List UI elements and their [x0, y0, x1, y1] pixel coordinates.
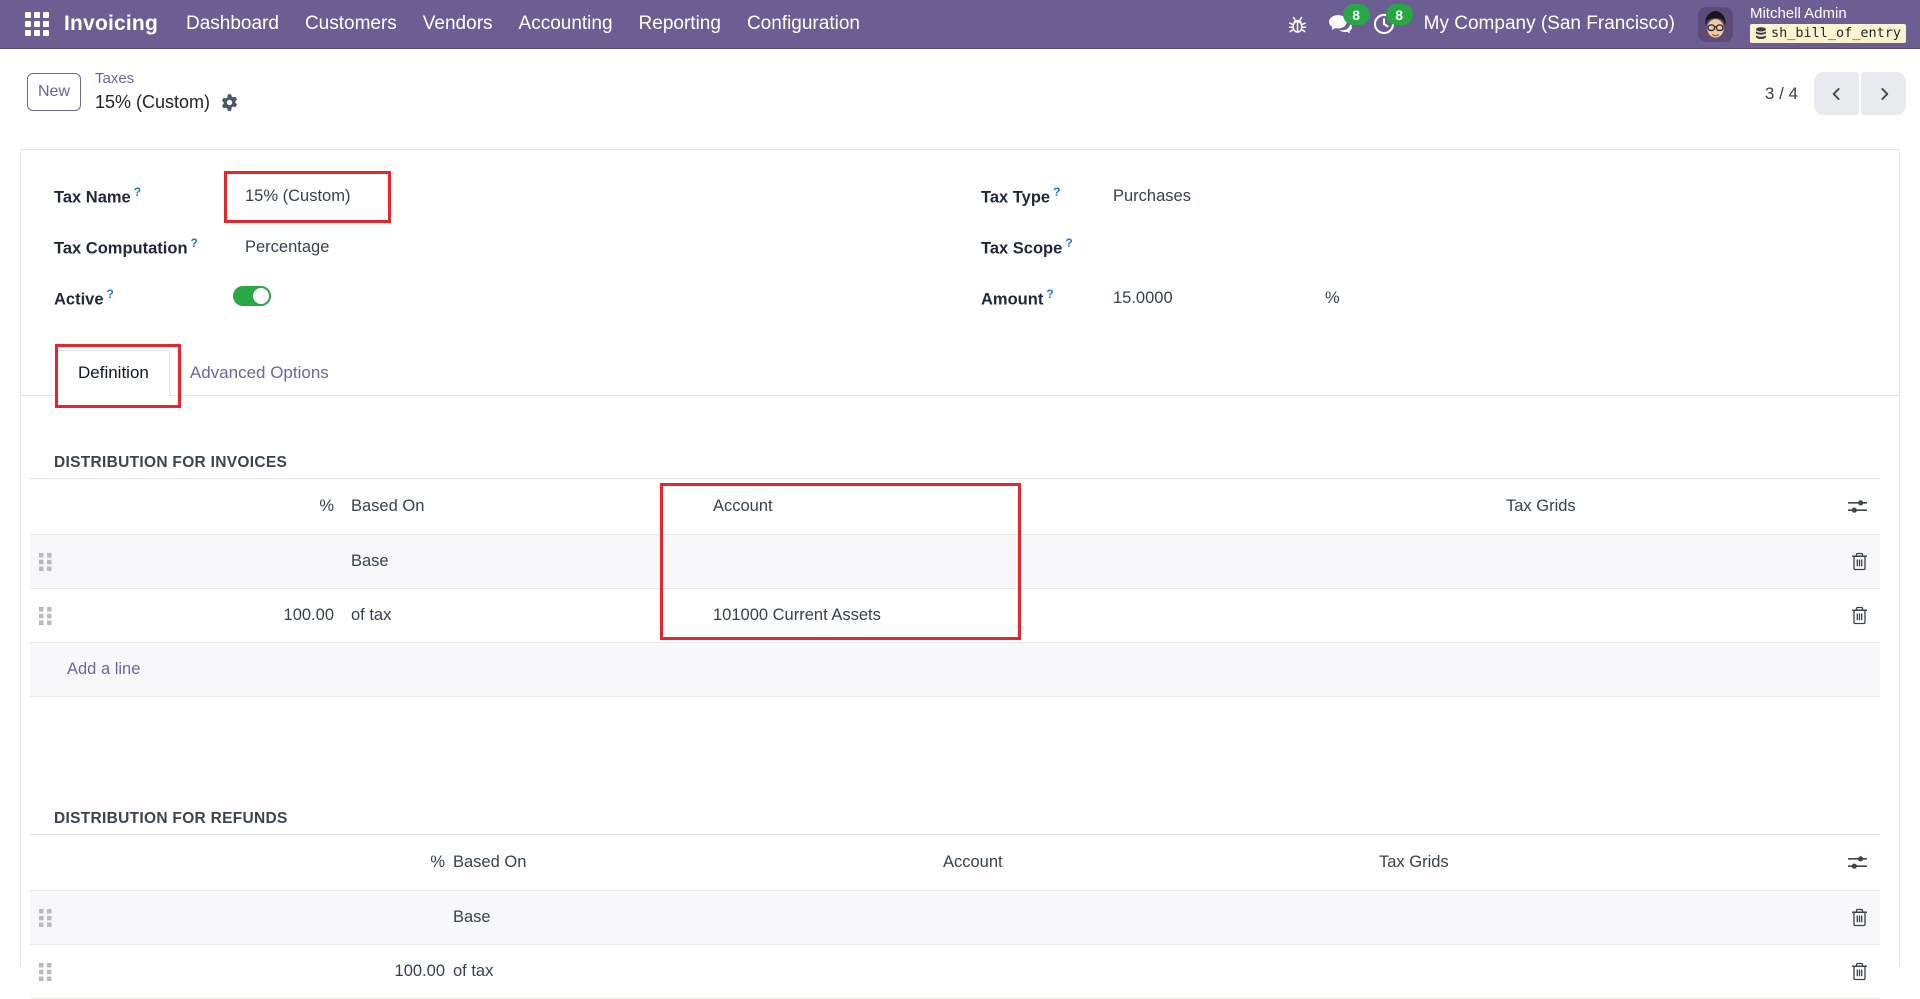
user-menu[interactable]: Mitchell Admin sh_bill_of_entry [1750, 5, 1906, 43]
amount-label: Amount? [981, 287, 1054, 310]
column-header-tax-grids[interactable]: Tax Grids [1360, 853, 1800, 872]
refund-distribution-table: % Based On Account Tax Grids Base [30, 834, 1880, 999]
tax-type-label: Tax Type? [981, 185, 1060, 208]
tax-name-field[interactable]: 15% (Custom) [245, 187, 350, 206]
active-label: Active? [54, 287, 114, 310]
column-header-account[interactable]: Account [930, 853, 1360, 872]
refund-row-tax[interactable]: 100.00 of tax [30, 945, 1880, 999]
column-header-percent[interactable]: % [60, 853, 445, 872]
menu-vendors[interactable]: Vendors [423, 13, 493, 35]
column-header-based-on[interactable]: Based On [334, 497, 660, 516]
menu-accounting[interactable]: Accounting [519, 13, 613, 35]
column-header-account[interactable]: Account [660, 497, 1021, 516]
tab-definition[interactable]: Definition [57, 350, 170, 396]
help-question-icon[interactable]: ? [1046, 287, 1053, 301]
cell-account[interactable]: 101000 Current Assets [660, 606, 1021, 625]
user-avatar[interactable] [1698, 7, 1733, 42]
invoice-table-header: % Based On Account Tax Grids [30, 479, 1880, 535]
help-question-icon[interactable]: ? [107, 287, 114, 301]
column-header-percent[interactable]: % [60, 497, 334, 516]
company-switcher[interactable]: My Company (San Francisco) [1424, 13, 1675, 35]
column-header-based-on[interactable]: Based On [445, 853, 930, 872]
database-badge: sh_bill_of_entry [1750, 24, 1906, 43]
menu-reporting[interactable]: Reporting [639, 13, 721, 35]
pager: 3 / 4 [1765, 72, 1906, 115]
invoice-row-base[interactable]: Base [30, 535, 1880, 589]
cell-based-on[interactable]: Base [334, 552, 660, 571]
user-name: Mitchell Admin [1750, 5, 1906, 22]
column-header-tax-grids[interactable]: Tax Grids [1021, 497, 1800, 516]
cell-percent[interactable]: 100.00 [60, 962, 445, 981]
apps-grid-icon[interactable] [22, 9, 52, 39]
gear-icon[interactable] [220, 93, 239, 112]
tax-name-label: Tax Name? [54, 185, 141, 208]
drag-handle-icon[interactable] [30, 553, 60, 571]
invoices-section-title: DISTRIBUTION FOR INVOICES [54, 454, 287, 472]
top-navbar: Invoicing Dashboard Customers Vendors Ac… [0, 0, 1920, 49]
navbar-right: 8 8 My Company (San Francisco) Mitchell … [1285, 5, 1920, 43]
pager-next-button[interactable] [1861, 72, 1906, 115]
delete-row-icon[interactable] [1851, 552, 1868, 571]
new-button[interactable]: New [27, 73, 81, 111]
optional-columns-icon[interactable] [1847, 854, 1868, 871]
drag-handle-icon[interactable] [30, 909, 60, 927]
app-name[interactable]: Invoicing [64, 12, 158, 36]
cell-based-on[interactable]: of tax [445, 962, 930, 981]
delete-row-icon[interactable] [1851, 908, 1868, 927]
cell-percent[interactable]: 100.00 [60, 606, 334, 625]
amount-field[interactable]: 15.0000 [1113, 289, 1173, 308]
add-a-line-link[interactable]: Add a line [30, 660, 140, 679]
tax-computation-label: Tax Computation? [54, 236, 198, 259]
tax-computation-field[interactable]: Percentage [245, 238, 329, 257]
cell-based-on[interactable]: Base [445, 908, 930, 927]
drag-handle-icon[interactable] [30, 963, 60, 981]
breadcrumb: Taxes 15% (Custom) [95, 69, 239, 114]
notebook-tabs: Definition Advanced Options [21, 350, 1899, 396]
amount-unit: % [1325, 289, 1340, 308]
messages-icon[interactable]: 8 [1328, 11, 1354, 37]
debug-bug-icon[interactable] [1285, 11, 1311, 37]
help-question-icon[interactable]: ? [1053, 185, 1060, 199]
delete-row-icon[interactable] [1851, 962, 1868, 981]
control-panel: New Taxes 15% (Custom) 3 / 4 [0, 49, 1920, 149]
active-toggle[interactable] [233, 286, 271, 306]
menu-configuration[interactable]: Configuration [747, 13, 860, 35]
drag-handle-icon[interactable] [30, 607, 60, 625]
delete-row-icon[interactable] [1851, 606, 1868, 625]
refund-table-header: % Based On Account Tax Grids [30, 835, 1880, 891]
invoice-row-tax[interactable]: 100.00 of tax 101000 Current Assets [30, 589, 1880, 643]
breadcrumb-current: 15% (Custom) [95, 91, 210, 114]
refunds-section-title: DISTRIBUTION FOR REFUNDS [54, 810, 288, 828]
activities-clock-icon[interactable]: 8 [1371, 11, 1397, 37]
menu-customers[interactable]: Customers [305, 13, 397, 35]
toggle-knob [253, 288, 269, 304]
cell-based-on[interactable]: of tax [334, 606, 660, 625]
pager-previous-button[interactable] [1814, 72, 1859, 115]
help-question-icon[interactable]: ? [191, 236, 198, 250]
chevron-left-icon [1827, 84, 1847, 104]
tax-form-sheet: Tax Name? 15% (Custom) Tax Computation? … [20, 149, 1900, 966]
navbar-left: Invoicing Dashboard Customers Vendors Ac… [0, 9, 860, 39]
add-line-row: Add a line [30, 643, 1880, 697]
activities-count-badge: 8 [1386, 4, 1413, 25]
tax-type-field[interactable]: Purchases [1113, 187, 1191, 206]
breadcrumb-taxes-link[interactable]: Taxes [95, 69, 134, 88]
optional-columns-icon[interactable] [1847, 498, 1868, 515]
menu-dashboard[interactable]: Dashboard [186, 13, 279, 35]
messages-count-badge: 8 [1343, 4, 1370, 25]
refund-row-base[interactable]: Base [30, 891, 1880, 945]
database-icon [1755, 27, 1767, 41]
tax-scope-label: Tax Scope? [981, 236, 1073, 259]
help-question-icon[interactable]: ? [134, 185, 141, 199]
database-name: sh_bill_of_entry [1771, 25, 1901, 42]
pager-count: 3 / 4 [1765, 84, 1798, 104]
chevron-right-icon [1874, 84, 1894, 104]
main-menu: Dashboard Customers Vendors Accounting R… [186, 13, 860, 35]
invoice-distribution-table: % Based On Account Tax Grids Base [30, 478, 1880, 697]
tab-advanced-options[interactable]: Advanced Options [170, 350, 349, 396]
help-question-icon[interactable]: ? [1065, 236, 1072, 250]
